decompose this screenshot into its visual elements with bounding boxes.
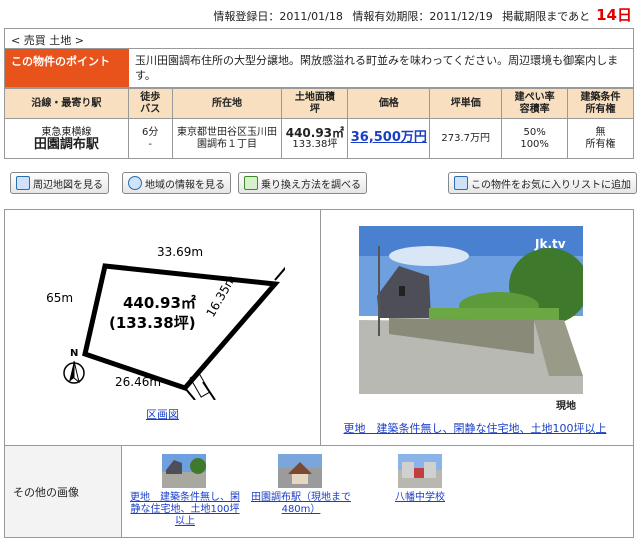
photo-caption: 現地 (556, 401, 576, 412)
plan-link[interactable]: 区画図 (5, 406, 320, 422)
side-left-label: 14.65m (45, 291, 73, 305)
floor-ratio: 100% (520, 138, 549, 150)
header-area: 土地面積 坪 (281, 88, 349, 119)
map-button-label: 周辺地図を見る (33, 179, 103, 191)
remaining-label: 掲載期限まであと (502, 10, 591, 23)
side-top-label: 33.69m (157, 245, 203, 259)
build-condition: 無 (595, 126, 606, 138)
action-buttons: 周辺地図を見る 地域の情報を見る 乗り換え方法を調べる この物件をお気に入りリス… (4, 172, 637, 196)
favorite-button[interactable]: この物件をお気に入りリストに追加 (448, 172, 637, 194)
price-link[interactable]: 36,500万円 (351, 130, 427, 145)
walk-cell: 6分 - (127, 118, 173, 159)
table-row: 東急東横線 田園調布駅 6分 - 東京都世田谷区玉川田園調布１丁目 440.93… (4, 118, 634, 159)
area-info-button-label: 地域の情報を見る (145, 179, 225, 191)
photo-watermark: Jk.tv (534, 237, 566, 251)
address-cell: 東京都世田谷区玉川田園調布１丁目 (171, 118, 283, 159)
map-icon (16, 176, 30, 190)
valid-until-date: 情報有効期限：2011/12/19 (352, 10, 493, 23)
header-condition: 建築条件 所有権 (567, 88, 634, 119)
other-images-heading: その他の画像 (5, 446, 122, 537)
area-cell: 440.93㎡ 133.38坪 (281, 118, 349, 159)
transfer-button[interactable]: 乗り換え方法を調べる (238, 172, 367, 194)
north-arrow-icon (63, 360, 85, 384)
side-bottom-label: 26.46m (115, 375, 161, 389)
ownership: 所有権 (585, 138, 616, 150)
images-section: 33.69m 14.65m 16.35m 26.46m 440.93㎡ (133… (4, 209, 634, 446)
header-coverage: 建ぺい率 容積率 (501, 88, 569, 119)
coverage-cell: 50% 100% (501, 118, 569, 159)
station-name: 田園調布駅 (33, 136, 99, 152)
unit-price-cell: 273.7万円 (429, 118, 503, 159)
point-label: この物件のポイント (5, 49, 129, 87)
thumb-school-caption[interactable]: 八幡中学校 (370, 492, 470, 504)
thumb-site[interactable] (162, 454, 206, 488)
section-divider (320, 210, 321, 445)
plan-area-m2: 440.93㎡ (123, 294, 196, 312)
header-address: 所在地 (171, 88, 283, 119)
bus-time: - (148, 138, 152, 150)
header-walk: 徒歩 バス (127, 88, 173, 119)
house-window (399, 286, 405, 296)
lot-plan-diagram: 33.69m 14.65m 16.35m 26.46m 440.93㎡ (133… (45, 245, 285, 400)
train-icon (244, 176, 258, 190)
registered-date: 情報登録日：2011/01/18 (213, 10, 343, 23)
station-cell: 東急東横線 田園調布駅 (4, 118, 129, 159)
remaining-days: 14日 (596, 6, 632, 24)
favorite-button-label: この物件をお気に入りリストに追加 (471, 179, 631, 191)
header-bar: 情報登録日：2011/01/18 情報有効期限：2011/12/19 掲載期限ま… (0, 0, 640, 26)
condition-cell: 無 所有権 (567, 118, 634, 159)
thumb-station[interactable] (278, 454, 322, 488)
north-label: N (70, 348, 78, 359)
plan-area-tsubo: (133.38坪) (109, 314, 196, 332)
road-line (184, 387, 196, 400)
header-station: 沿線・最寄り駅 (4, 88, 129, 119)
transfer-button-label: 乗り換え方法を調べる (261, 179, 361, 191)
map-button[interactable]: 周辺地図を見る (10, 172, 109, 194)
breadcrumb: < 売買 土地 > (4, 28, 634, 48)
property-info-table: 沿線・最寄り駅 徒歩 バス 所在地 土地面積 坪 価格 坪単価 建ぺい率 容積率… (4, 88, 634, 159)
small-lot (189, 372, 211, 398)
cloud (389, 246, 469, 266)
photo-link[interactable]: 更地 建築条件無し、閑静な住宅地、土地100坪以上 (325, 420, 625, 436)
document-icon (454, 176, 468, 190)
area-m2: 440.93㎡ (285, 125, 345, 140)
area-info-button[interactable]: 地域の情報を見る (122, 172, 231, 194)
thumb-site-caption[interactable]: 更地 建築条件無し、閑静な住宅地、土地100坪以上 (130, 492, 240, 528)
price-cell: 36,500万円 (347, 118, 431, 159)
thumb-station-caption[interactable]: 田園調布駅（現地まで480m） (246, 492, 356, 516)
property-point: この物件のポイント 玉川田園調布住所の大型分譲地。閑放感溢れる町並みを味わってく… (4, 48, 634, 88)
table-header-row: 沿線・最寄り駅 徒歩 バス 所在地 土地面積 坪 価格 坪単価 建ぺい率 容積率… (4, 88, 634, 119)
thumb-school[interactable] (398, 454, 442, 488)
coverage-ratio: 50% (523, 126, 546, 138)
walk-time: 6分 (142, 126, 159, 138)
road-line (274, 266, 285, 281)
header-unit-price: 坪単価 (429, 88, 503, 119)
site-photo[interactable]: Jk.tv (359, 226, 583, 394)
listing-dates: 情報登録日：2011/01/18 情報有効期限：2011/12/19 掲載期限ま… (207, 4, 632, 25)
area-tsubo: 133.38坪 (292, 138, 338, 150)
header-price: 価格 (347, 88, 431, 119)
magnifier-icon (128, 176, 142, 190)
point-text: 玉川田園調布住所の大型分譲地。閑放感溢れる町並みを味わってください。周辺環境も御… (135, 54, 619, 82)
